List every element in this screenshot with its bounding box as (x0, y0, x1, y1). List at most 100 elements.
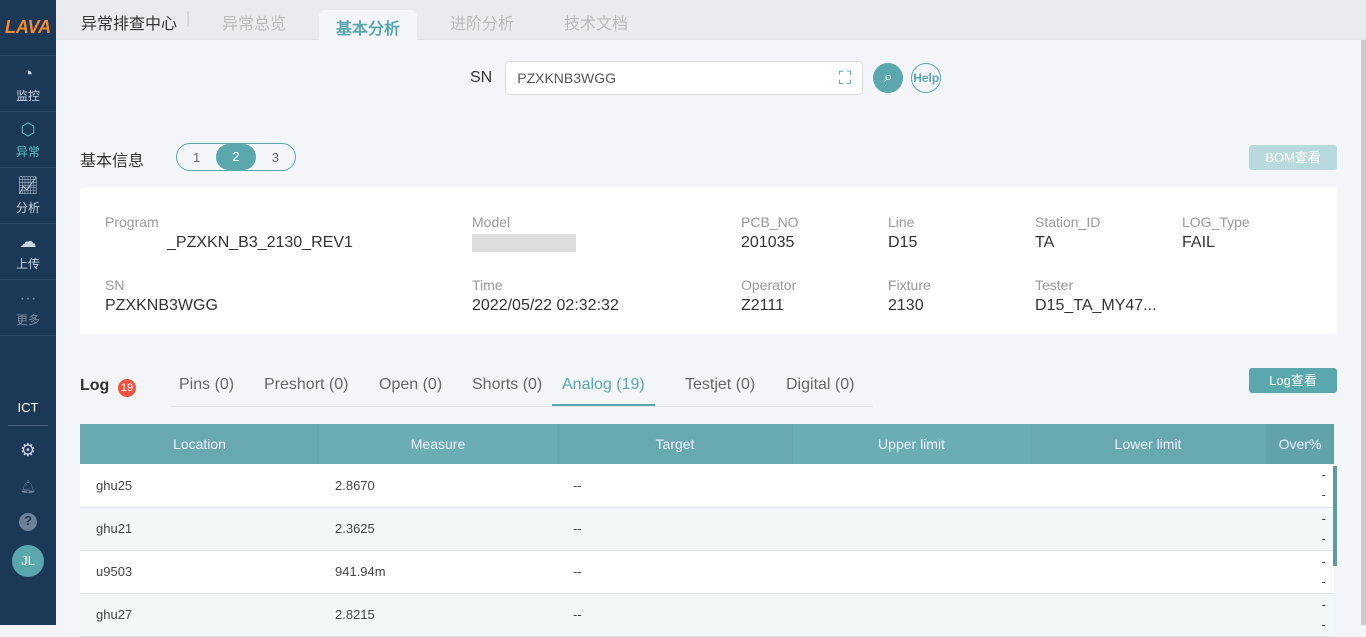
table-cell: -- (557, 550, 793, 594)
col-over-percent[interactable]: Over% (1266, 424, 1334, 464)
field-tester: Tester D15_TA_MY47... (1035, 277, 1157, 314)
field-line: Line D15 (888, 214, 918, 251)
table-cell: 2.3625 (319, 507, 557, 551)
table-row[interactable]: u9503 941.94m -- - - (80, 550, 1334, 594)
page-scrollbar[interactable] (1361, 40, 1366, 625)
tab-testjet[interactable]: Testjet (0) (685, 376, 755, 394)
table-cell (793, 550, 1030, 594)
sidebar: LAVA ◔ 监控 ⬡ 异常 📈︎ 分析 ☁ 上传 ··· 更多 ICT ⚙ 🔔︎ ? J… (0, 0, 56, 625)
col-target[interactable]: Target (557, 424, 793, 464)
analog-table: Location Measure Target Upper limit Lowe… (80, 424, 1334, 637)
tab-digital[interactable]: Digital (0) (786, 376, 854, 394)
table-scrollbar[interactable] (1333, 466, 1337, 566)
divider: | (186, 10, 191, 27)
nav-label: 更多 (15, 312, 40, 327)
sn-search: SN PZXKNB3WGG ⛶ ⌕ Help (470, 61, 942, 95)
tab-basic-analysis[interactable]: 基本分析 (319, 10, 418, 44)
col-location[interactable]: Location (80, 424, 319, 464)
nav-label: 上传 (15, 256, 40, 271)
table-cell: -- (1266, 593, 1334, 637)
help-button[interactable]: Help (911, 63, 942, 93)
log-count-badge: 19 (118, 379, 136, 397)
avatar[interactable]: JL (12, 545, 44, 577)
tab-docs[interactable]: 技术文档 (564, 10, 628, 34)
nav-analysis[interactable]: 📈︎ 分析 (0, 168, 56, 224)
table-cell: -- (1266, 464, 1334, 508)
ict-label: ICT (8, 400, 48, 426)
top-tabs: 异常排查中心 | 异常总览 基本分析 进阶分析 技术文档 (56, 0, 1366, 44)
table-cell: ghu25 (80, 464, 319, 508)
basic-info-title: 基本信息 (80, 153, 145, 170)
tab-analog[interactable]: Analog (19) (552, 376, 655, 406)
nav-label: 监控 (15, 88, 40, 103)
log-title: Log (80, 377, 110, 394)
field-operator: Operator Z2111 (741, 277, 797, 314)
table-cell (1030, 464, 1266, 508)
nav-monitor[interactable]: ◔ 监控 (0, 56, 56, 112)
col-lower-limit[interactable]: Lower limit (1030, 424, 1266, 464)
table-cell: -- (557, 593, 793, 637)
table-row[interactable]: ghu21 2.3625 -- - - (80, 507, 1334, 551)
table-cell (793, 507, 1030, 551)
search-button[interactable]: ⌕ (873, 63, 904, 93)
table-cell (1030, 507, 1266, 551)
field-model: Model (472, 214, 576, 252)
more-icon: ··· (19, 287, 37, 307)
table-cell: ghu21 (80, 507, 319, 551)
gauge-icon: ◔ (22, 63, 34, 83)
sn-input[interactable]: PZXKNB3WGG ⛶ (505, 61, 864, 95)
table-cell: 2.8670 (319, 464, 557, 508)
tab-open[interactable]: Open (0) (379, 376, 442, 394)
tab-preshort[interactable]: Preshort (0) (264, 376, 348, 394)
field-pcb-no: PCB_NO 201035 (741, 214, 799, 251)
log-tabs: Pins (0) Preshort (0) Open (0) Shorts (0… (170, 370, 873, 407)
table-cell (1030, 593, 1266, 637)
bom-view-button[interactable]: BOM查看 (1249, 145, 1337, 170)
field-station-id: Station_ID TA (1035, 214, 1101, 251)
table-cell: ghu27 (80, 593, 319, 637)
sn-value: PZXKNB3WGG (517, 70, 617, 86)
table-cell: -- (1266, 507, 1334, 551)
log-view-button[interactable]: Log查看 (1249, 368, 1337, 393)
step-switcher: 1 2 3 (176, 143, 296, 171)
table-cell: -- (1266, 550, 1334, 594)
step-3[interactable]: 3 (256, 150, 295, 165)
help-icon[interactable]: ? (19, 513, 37, 531)
field-sn: SN PZXKNB3WGG (105, 277, 218, 314)
table-cell: -- (557, 507, 793, 551)
scan-icon[interactable]: ⛶ (839, 62, 852, 94)
nav-label: 异常 (15, 144, 40, 159)
table-cell (793, 593, 1030, 637)
table-cell: 941.94m (319, 550, 557, 594)
col-measure[interactable]: Measure (319, 424, 557, 464)
table-cell (1030, 550, 1266, 594)
field-time: Time 2022/05/22 02:32:32 (472, 277, 619, 314)
step-1[interactable]: 1 (177, 150, 216, 165)
cloud-upload-icon: ☁ (19, 231, 37, 251)
logo: LAVA (0, 0, 56, 56)
sn-label: SN (470, 69, 493, 86)
gear-icon[interactable]: ⚙ (0, 440, 56, 461)
table-cell (793, 464, 1030, 508)
chart-icon: 📈︎ (17, 175, 39, 195)
step-2[interactable]: 2 (216, 144, 256, 170)
table-row[interactable]: ghu27 2.8215 -- - - (80, 593, 1334, 637)
tab-pins[interactable]: Pins (0) (179, 376, 234, 394)
nav-label: 分析 (15, 200, 40, 215)
field-log-type: LOG_Type FAIL (1182, 214, 1250, 251)
tab-advanced-analysis[interactable]: 进阶分析 (450, 10, 514, 34)
tab-overview[interactable]: 异常总览 (222, 10, 286, 34)
nav-anomaly[interactable]: ⬡ 异常 (0, 112, 56, 168)
bell-icon[interactable]: 🔔︎ (0, 479, 56, 495)
tab-shorts[interactable]: Shorts (0) (472, 376, 542, 394)
nav-upload[interactable]: ☁ 上传 (0, 224, 56, 280)
table-row[interactable]: ghu25 2.8670 -- - - (80, 464, 1334, 508)
table-cell: 2.8215 (319, 593, 557, 637)
table-cell: u9503 (80, 550, 319, 594)
shield-search-icon: ⬡ (20, 119, 36, 139)
field-fixture: Fixture 2130 (888, 277, 931, 314)
nav-more[interactable]: ··· 更多 (0, 280, 56, 336)
info-card: Program _PZXKN_B3_2130_REV1 Model PCB_NO 2… (80, 187, 1338, 334)
col-upper-limit[interactable]: Upper limit (793, 424, 1030, 464)
field-program: Program _PZXKN_B3_2130_REV1 (105, 214, 353, 251)
